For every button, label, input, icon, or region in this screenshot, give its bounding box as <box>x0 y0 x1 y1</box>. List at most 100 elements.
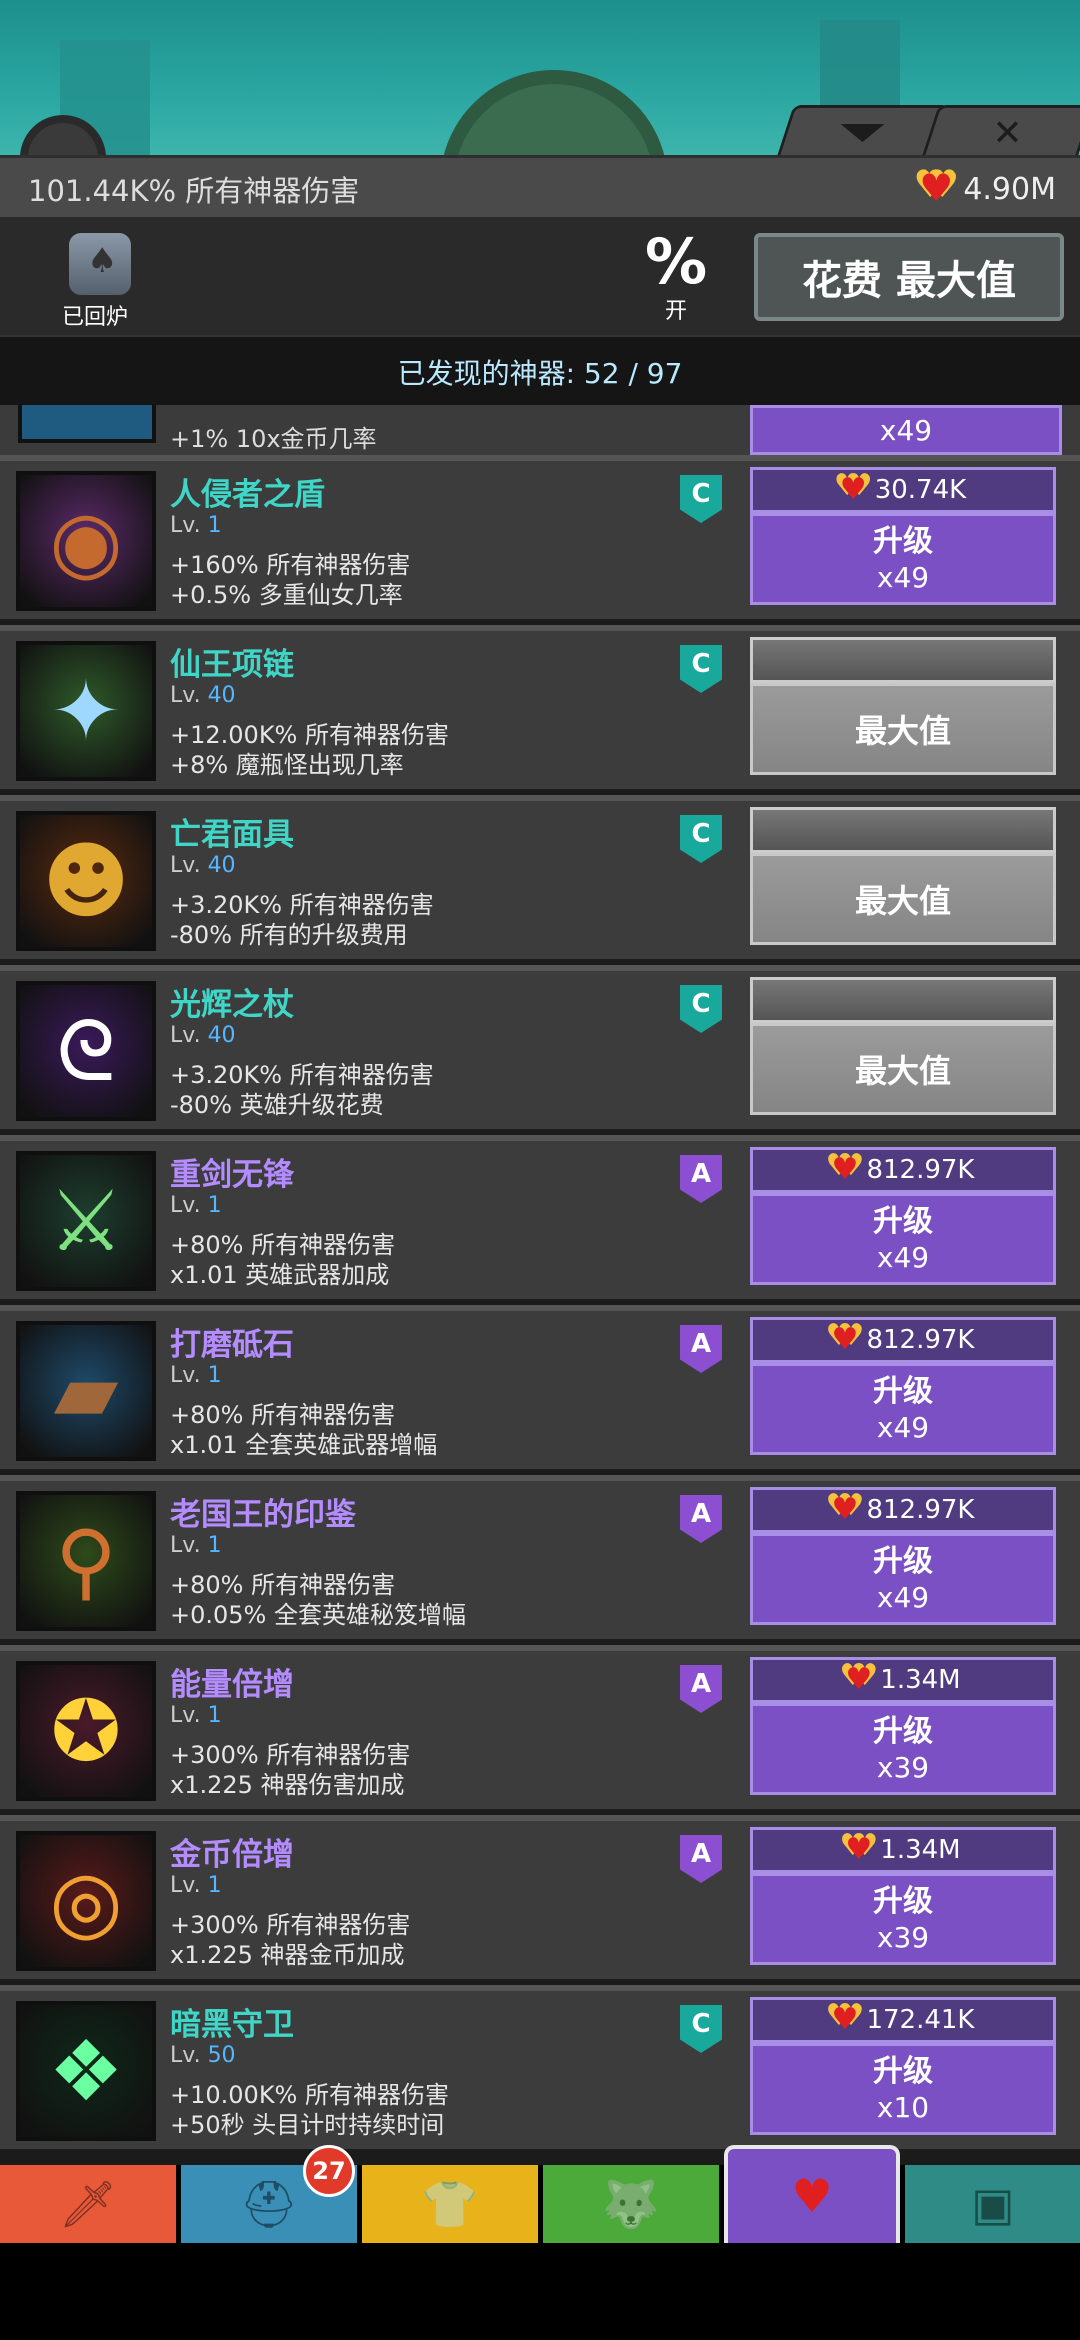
upgrade-button[interactable]: 升级 x49 <box>750 1193 1056 1285</box>
artifact-tab-icon: ♥ <box>791 2169 833 2223</box>
level-prefix: Lv. <box>170 1363 201 1388</box>
artifact-effect-secondary: x1.225 神器金币加成 <box>170 1941 405 1969</box>
coin-icon[interactable]: ◎ <box>16 1831 156 1971</box>
artifact-effect-secondary: x1.01 英雄武器加成 <box>170 1261 390 1289</box>
rarity-badge: A <box>680 1155 722 1203</box>
nav-tab[interactable]: ▣ <box>905 2165 1080 2243</box>
level-prefix: Lv. <box>170 1023 201 1048</box>
level-prefix: Lv. <box>170 1193 201 1218</box>
nav-tab[interactable]: ♥ <box>724 2145 900 2243</box>
upgrade-label: 升级 <box>873 1884 933 1919</box>
nav-tab[interactable]: 👕 <box>362 2165 538 2243</box>
rarity-badge: A <box>680 1835 722 1883</box>
hero-tab-icon: ⛑ <box>239 2176 299 2231</box>
upgrade-button[interactable]: 升级 x39 <box>750 1873 1056 1965</box>
upgrade-cost: 812.97K <box>750 1487 1056 1533</box>
list-item: +1% 10x金币几率 x49 <box>0 405 1080 461</box>
upgrade-button[interactable]: 升级 x49 <box>750 1363 1056 1455</box>
rarity-badge: C <box>680 2005 722 2053</box>
level-number: 50 <box>207 2043 236 2068</box>
artifact-effect-secondary: x1.225 神器伤害加成 <box>170 1771 405 1799</box>
upgrade-cost: 812.97K <box>750 1147 1056 1193</box>
mask-icon[interactable]: ☻ <box>16 811 156 951</box>
artifact-name: 人侵者之盾 <box>170 477 325 513</box>
controls-bar: 已回炉 % 开 花费 最大值 <box>0 217 1080 335</box>
upgrade-multiplier: x10 <box>876 2091 930 2124</box>
nav-tab[interactable]: 🗡 <box>0 2165 176 2243</box>
list-item: ❖ 暗黑守卫 Lv. 50 +10.00K% 所有神器伤害 +50秒 头目计时持… <box>0 1985 1080 2151</box>
nav-tab[interactable]: 🐺 <box>543 2165 719 2243</box>
bottom-nav: 🗡 ⛑ 27 👕 🐺 ♥ ▣ <box>0 2145 1080 2243</box>
close-button[interactable]: ✕ <box>921 105 1080 158</box>
discovered-count: 已发现的神器: 52 / 97 <box>0 335 1080 409</box>
upgrade-button[interactable]: 升级 x39 <box>750 1703 1056 1795</box>
power-orb-icon[interactable]: ✪ <box>16 1661 156 1801</box>
upgrade-label: 升级 <box>873 2054 933 2089</box>
rarity-badge: A <box>680 1325 722 1373</box>
max-level-button[interactable]: 最大值 <box>750 853 1056 945</box>
nav-tab[interactable]: ⛑ 27 <box>181 2145 357 2243</box>
upgrade-button[interactable]: 升级 x49 <box>750 513 1056 605</box>
max-level-button[interactable]: 最大值 <box>750 683 1056 775</box>
upgrade-button[interactable]: 升级 x49 <box>750 1533 1056 1625</box>
pet-tab-icon: 🐺 <box>602 2176 660 2231</box>
staff-icon[interactable]: ᘓ <box>16 981 156 1121</box>
sword-icon[interactable]: ⚔ <box>16 1151 156 1291</box>
rarity-badge: A <box>680 1495 722 1543</box>
artifact-name: 亡君面具 <box>170 817 294 853</box>
artifact-effect-secondary: +0.05% 全套英雄秘笈增幅 <box>170 1601 466 1629</box>
artifact-name: 光辉之杖 <box>170 987 294 1023</box>
rarity-badge: A <box>680 1665 722 1713</box>
upgrade-multiplier: x49 <box>876 1241 930 1274</box>
furnace-icon <box>69 233 131 295</box>
max-level-button[interactable]: 最大值 <box>750 1023 1056 1115</box>
upgrade-cost: 1.34M <box>750 1657 1056 1703</box>
cost-box-empty <box>750 977 1056 1023</box>
percent-toggle[interactable]: % 开 <box>636 231 716 325</box>
cost-value: 812.97K <box>866 1495 975 1525</box>
upgrade-label: 升级 <box>873 1544 933 1579</box>
cost-box-empty <box>750 637 1056 683</box>
artifact-level: Lv. 1 <box>170 1193 222 1218</box>
gear-decor-icon <box>440 70 668 160</box>
artifact-name: 能量倍增 <box>170 1667 294 1703</box>
cost-value: 1.34M <box>880 1835 961 1865</box>
artifact-list[interactable]: +1% 10x金币几率 x49 ◉ 人侵者之盾 Lv. 1 +160% 所有神器… <box>0 405 1080 2165</box>
dark-guard-icon[interactable]: ❖ <box>16 2001 156 2141</box>
artifact-thumbnail <box>18 405 156 443</box>
upgrade-button[interactable]: 升级 x10 <box>750 2043 1056 2135</box>
level-number: 1 <box>207 1533 222 1558</box>
salvage-button[interactable]: 已回炉 <box>60 233 140 331</box>
percent-icon: % <box>644 225 708 298</box>
artifact-name: 暗黑守卫 <box>170 2007 294 2043</box>
artifact-name: 打磨砥石 <box>170 1327 294 1363</box>
seal-icon[interactable]: ⚲ <box>16 1491 156 1631</box>
level-number: 1 <box>207 513 222 538</box>
close-icon: ✕ <box>992 112 1023 154</box>
total-damage-label: 101.44K% 所有神器伤害 <box>28 174 360 208</box>
necklace-icon[interactable]: ✦ <box>16 641 156 781</box>
upgrade-label: 升级 <box>873 1714 933 1749</box>
upgrade-label: 升级 <box>873 1374 933 1409</box>
artifact-effect: +1% 10x金币几率 <box>170 425 377 453</box>
level-prefix: Lv. <box>170 853 201 878</box>
buy-max-button[interactable]: 花费 最大值 <box>754 233 1064 321</box>
relic-heart-icon <box>845 1665 872 1696</box>
shield-icon[interactable]: ◉ <box>16 471 156 611</box>
upgrade-button[interactable]: x49 <box>750 405 1062 455</box>
artifact-level: Lv. 40 <box>170 1023 236 1048</box>
level-prefix: Lv. <box>170 1873 201 1898</box>
artifact-glyph: ⚲ <box>55 1512 117 1610</box>
relic-heart-icon <box>845 1835 872 1866</box>
level-prefix: Lv. <box>170 683 201 708</box>
upgrade-cost: 172.41K <box>750 1997 1056 2043</box>
relic-heart-icon <box>832 2005 859 2036</box>
level-prefix: Lv. <box>170 1533 201 1558</box>
salvage-label: 已回炉 <box>61 305 128 330</box>
upgrade-cost: 1.34M <box>750 1827 1056 1873</box>
relic-amount: 4.90M <box>963 171 1056 207</box>
relic-heart-icon <box>832 1325 859 1356</box>
whetstone-icon[interactable]: ▰ <box>16 1321 156 1461</box>
level-number: 1 <box>207 1363 222 1388</box>
level-number: 40 <box>207 853 236 878</box>
